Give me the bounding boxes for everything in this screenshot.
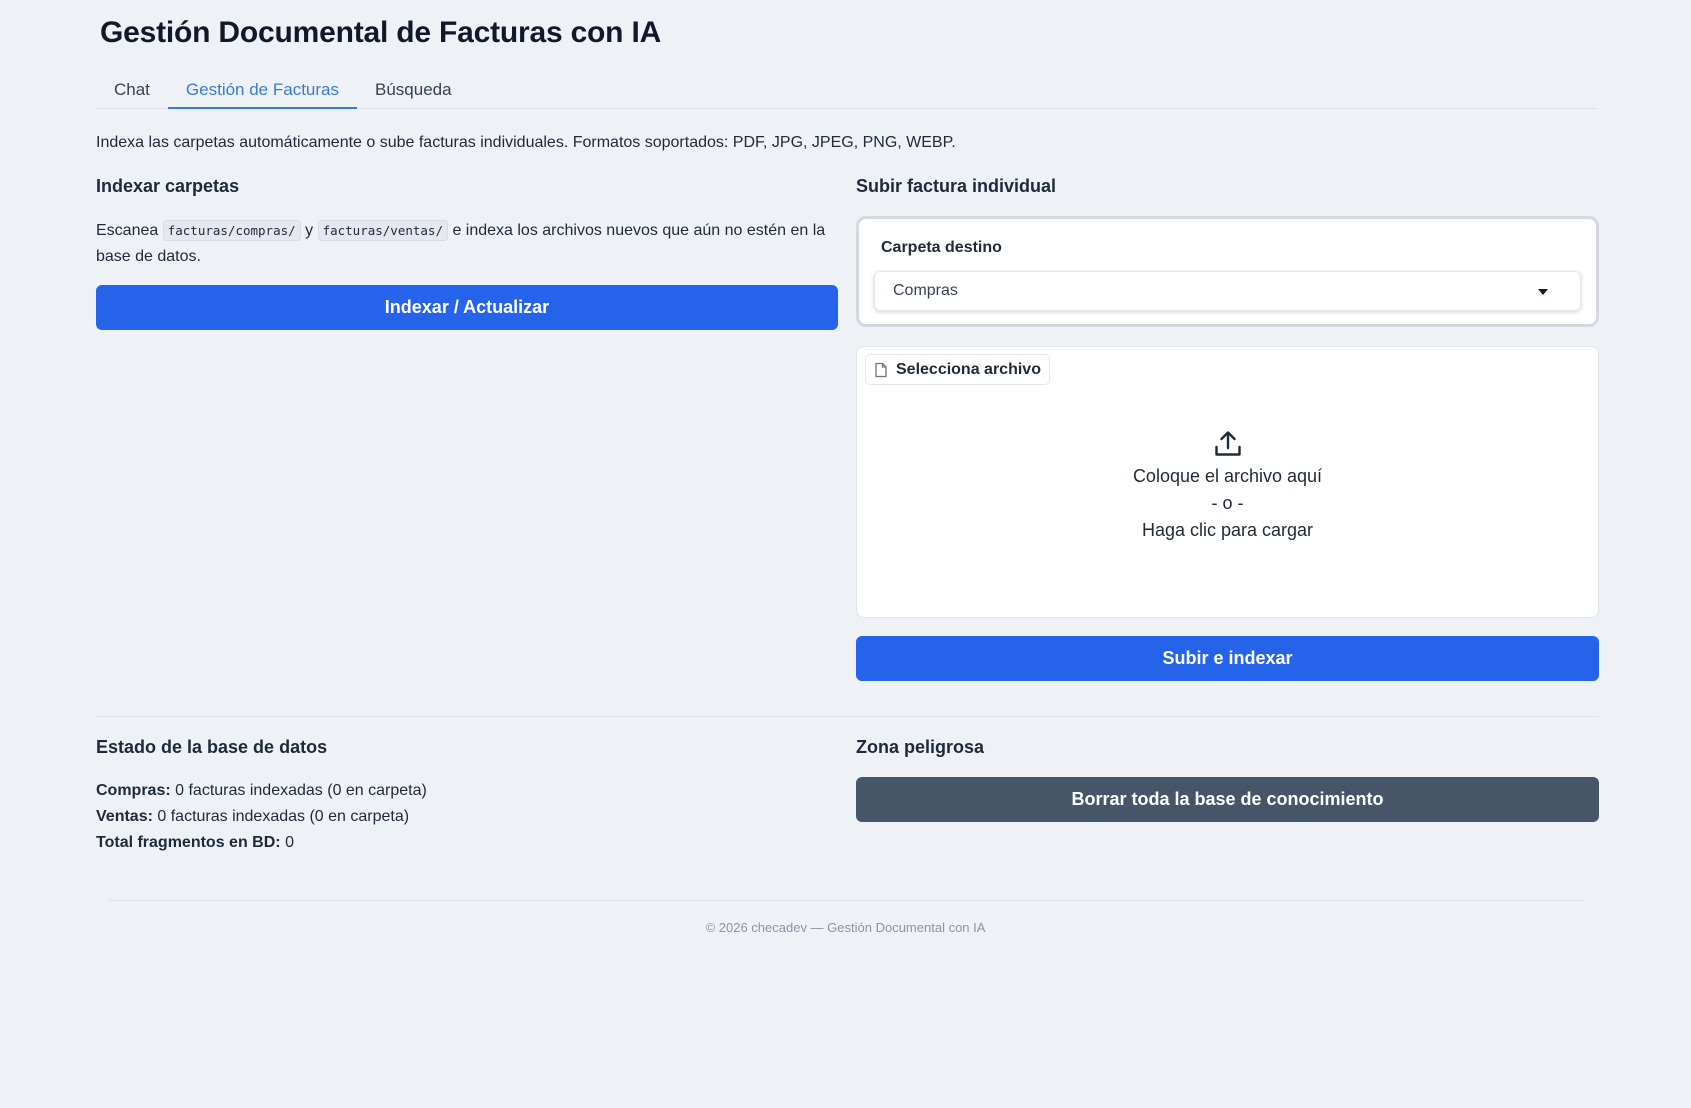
drop-line-3: Haga clic para cargar [1141,520,1314,540]
tab-busqueda[interactable]: Búsqueda [357,74,470,109]
index-update-button[interactable]: Indexar / Actualizar [96,285,838,330]
stat-compras: Compras: 0 facturas indexadas (0 en carp… [96,778,427,804]
destination-folder-label: Carpeta destino [881,239,1002,256]
path-ventas: facturas/ventas/ [317,220,448,241]
file-chip-label: Selecciona archivo [896,360,1041,378]
stat-compras-label: Compras: [96,782,171,799]
stat-total-label: Total fragmentos en BD: [96,834,281,851]
page: Gestión Documental de Facturas con IA Ch… [0,0,1691,1108]
stat-ventas-value: 0 facturas indexadas (0 en carpeta) [157,808,410,825]
upload-index-button[interactable]: Subir e indexar [856,636,1599,681]
tab-chat[interactable]: Chat [96,74,168,109]
stat-total: Total fragmentos en BD: 0 [96,830,427,856]
destination-folder-card: Carpeta destino Compras [856,216,1599,327]
tab-bar: Chat Gestión de Facturas Búsqueda [96,74,1598,109]
tab-gestion-facturas[interactable]: Gestión de Facturas [167,74,357,109]
footer-divider [108,900,1585,901]
stat-ventas-label: Ventas: [96,808,153,825]
file-icon [875,362,887,377]
delete-knowledge-base-button[interactable]: Borrar toda la base de conocimiento [856,777,1599,822]
db-status-stats: Compras: 0 facturas indexadas (0 en carp… [96,778,427,856]
db-status-title: Estado de la base de datos [96,737,328,757]
upload-icon [1214,431,1241,456]
destination-folder-value: Compras [893,282,958,299]
scan-description: Escanea facturas/compras/ y facturas/ven… [96,218,836,270]
destination-folder-select[interactable]: Compras [874,271,1581,311]
file-dropzone[interactable]: Selecciona archivo Coloque el archivo aq… [856,346,1599,618]
upload-section-title: Subir factura individual [856,176,1057,196]
path-compras: facturas/compras/ [162,220,301,241]
footer-text: © 2026 checadev — Gestión Documental con… [705,920,986,935]
page-title: Gestión Documental de Facturas con IA [100,16,662,49]
dropzone-instructions: Coloque el archivo aquí - o - Haga clic … [857,429,1598,544]
caret-down-icon [1538,289,1548,295]
stat-total-value: 0 [285,834,294,851]
danger-zone-title: Zona peligrosa [856,737,985,757]
drop-line-2: - o - [1211,493,1244,513]
intro-text: Indexa las carpetas automáticamente o su… [96,134,956,151]
scan-text-and: y [305,222,314,239]
file-chip: Selecciona archivo [865,354,1050,385]
index-section-title: Indexar carpetas [96,176,240,196]
stat-compras-value: 0 facturas indexadas (0 en carpeta) [175,782,427,799]
stat-ventas: Ventas: 0 facturas indexadas (0 en carpe… [96,804,427,830]
section-divider [96,716,1599,717]
drop-line-1: Coloque el archivo aquí [1132,466,1323,486]
scan-text-prefix: Escanea [96,222,159,239]
